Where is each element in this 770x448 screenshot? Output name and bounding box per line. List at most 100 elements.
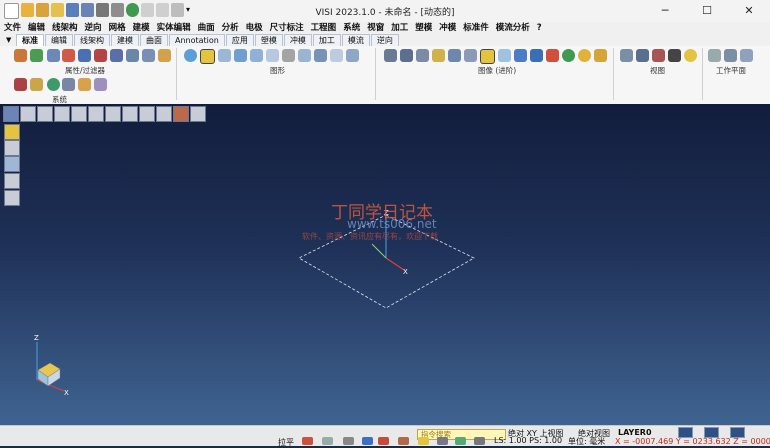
shape-mesh-icon[interactable]	[298, 49, 311, 62]
menu-mesh[interactable]: 网格	[109, 22, 126, 34]
window-controls: ─ ☐ ✕	[644, 0, 770, 22]
mask-filter-icon[interactable]	[126, 49, 139, 62]
maximize-button[interactable]: ☐	[686, 0, 728, 22]
ribbon-collapse-icon[interactable]: ▼	[6, 34, 16, 46]
menu-machining[interactable]: 加工	[391, 22, 408, 34]
render-texture-icon[interactable]	[448, 49, 461, 62]
menu-standard-parts[interactable]: 标准件	[463, 22, 489, 34]
shape-section-icon[interactable]	[314, 49, 327, 62]
grid-filter-icon[interactable]	[142, 49, 155, 62]
window-icon[interactable]	[62, 78, 75, 91]
tab-wireframe[interactable]: 线架构	[74, 34, 110, 46]
workplane-align-icon[interactable]	[740, 49, 753, 62]
tab-modeling[interactable]: 建模	[111, 34, 139, 46]
tab-die[interactable]: 冲模	[283, 34, 312, 46]
menu-drawing[interactable]: 工程图	[311, 22, 337, 34]
tab-application[interactable]: 应用	[225, 34, 254, 46]
view-rotate-icon[interactable]	[636, 49, 649, 62]
status-tool-6-icon[interactable]	[418, 437, 429, 445]
menu-analysis[interactable]: 分析	[222, 22, 239, 34]
render-wire-icon[interactable]	[400, 49, 413, 62]
calculator-icon[interactable]	[30, 78, 43, 91]
select-filter-icon[interactable]	[158, 49, 171, 62]
view-zoom-icon[interactable]	[652, 49, 665, 62]
graphics-viewport[interactable]: Z X Z X 丁同学日记本 www.ts006.net 软件、资源、资讯应有尽…	[0, 104, 770, 425]
attribute-filter-icon[interactable]	[14, 49, 27, 62]
tab-mould[interactable]: 塑模	[254, 34, 283, 46]
tab-annotation[interactable]: Annotation	[169, 34, 225, 46]
tab-reverse[interactable]: 逆向	[370, 34, 399, 46]
flatten-mode-label[interactable]: 拉平	[278, 437, 294, 448]
render-transparent-icon[interactable]	[498, 49, 511, 62]
status-tool-7-icon[interactable]	[437, 437, 448, 445]
menu-help[interactable]: ?	[537, 22, 542, 34]
render-red-icon[interactable]	[546, 49, 559, 62]
shape-shaded-icon[interactable]	[346, 49, 359, 62]
shape-wire-icon[interactable]	[250, 49, 263, 62]
tab-standard[interactable]: 标准	[16, 34, 44, 46]
layer-filter-icon[interactable]	[78, 49, 91, 62]
system-settings-icon[interactable]	[14, 78, 27, 91]
tab-surface[interactable]: 曲面	[140, 34, 168, 46]
status-tool-3-icon[interactable]	[343, 437, 354, 445]
menu-system[interactable]: 系统	[343, 22, 360, 34]
render-material-icon[interactable]	[464, 49, 477, 62]
shape-box-icon[interactable]	[218, 49, 231, 62]
render-smooth-icon[interactable]	[416, 49, 429, 62]
status-tool-9-icon[interactable]	[474, 437, 485, 445]
menu-die[interactable]: 冲模	[439, 22, 456, 34]
workplane-axis-icon[interactable]	[708, 49, 721, 62]
status-tool-8-icon[interactable]	[455, 437, 466, 445]
shape-solid-icon[interactable]	[234, 49, 247, 62]
render-light-icon[interactable]	[432, 49, 445, 62]
shape-outline-icon[interactable]	[330, 49, 343, 62]
color-filter-icon[interactable]	[62, 49, 75, 62]
menu-view[interactable]: 视窗	[367, 22, 384, 34]
tab-flow[interactable]: 模流	[341, 34, 370, 46]
menu-surface[interactable]: 曲面	[198, 22, 215, 34]
tab-edit[interactable]: 编辑	[45, 34, 73, 46]
menu-dimension[interactable]: 尺寸标注	[270, 22, 304, 34]
menu-flow-analysis[interactable]: 模流分析	[496, 22, 530, 34]
tab-machining[interactable]: 加工	[312, 34, 341, 46]
minimize-button[interactable]: ─	[644, 0, 686, 22]
magnet-icon[interactable]	[94, 49, 107, 62]
shape-hidden-icon[interactable]	[266, 49, 279, 62]
entity-filter-icon[interactable]	[110, 49, 123, 62]
view-pan-icon[interactable]	[620, 49, 633, 62]
view-orient-icon[interactable]	[684, 49, 697, 62]
print-setup-icon[interactable]	[47, 49, 60, 62]
info-icon[interactable]	[78, 78, 91, 91]
render-gold-icon[interactable]	[594, 49, 607, 62]
status-tool-4-icon[interactable]	[378, 437, 389, 445]
group-label-view: 视图	[650, 66, 665, 75]
regenerate-icon[interactable]	[184, 49, 197, 62]
status-tool-1-icon[interactable]	[302, 437, 313, 445]
render-blue-icon[interactable]	[514, 49, 527, 62]
help-icon[interactable]	[362, 437, 373, 445]
view-fit-icon[interactable]	[668, 49, 681, 62]
options-icon[interactable]	[47, 78, 60, 91]
menu-reverse[interactable]: 逆向	[85, 22, 102, 34]
menu-solid-edit[interactable]: 实体编辑	[157, 22, 191, 34]
ruler-icon[interactable]	[94, 78, 107, 91]
shape-grey-icon[interactable]	[282, 49, 295, 62]
menu-modeling[interactable]: 建模	[133, 22, 150, 34]
menu-edit[interactable]: 编辑	[28, 22, 45, 34]
render-cube-icon[interactable]	[530, 49, 543, 62]
render-active-icon[interactable]	[480, 49, 495, 64]
render-sphere-icon[interactable]	[562, 49, 575, 62]
layer-label[interactable]: LAYER0	[618, 428, 652, 437]
menu-wireframe[interactable]: 线架构	[52, 22, 78, 34]
render-grid-icon[interactable]	[384, 49, 397, 62]
menu-electrode[interactable]: 电极	[246, 22, 263, 34]
bin-icon[interactable]	[30, 49, 43, 62]
workplane-set-icon[interactable]	[724, 49, 737, 62]
render-hemisphere-icon[interactable]	[578, 49, 591, 62]
close-button[interactable]: ✕	[728, 0, 770, 22]
menu-mould[interactable]: 塑模	[415, 22, 432, 34]
status-tool-2-icon[interactable]	[322, 437, 333, 445]
menu-file[interactable]: 文件	[4, 22, 21, 34]
shape-cylinder-icon[interactable]	[200, 49, 215, 64]
status-tool-5-icon[interactable]	[398, 437, 409, 445]
